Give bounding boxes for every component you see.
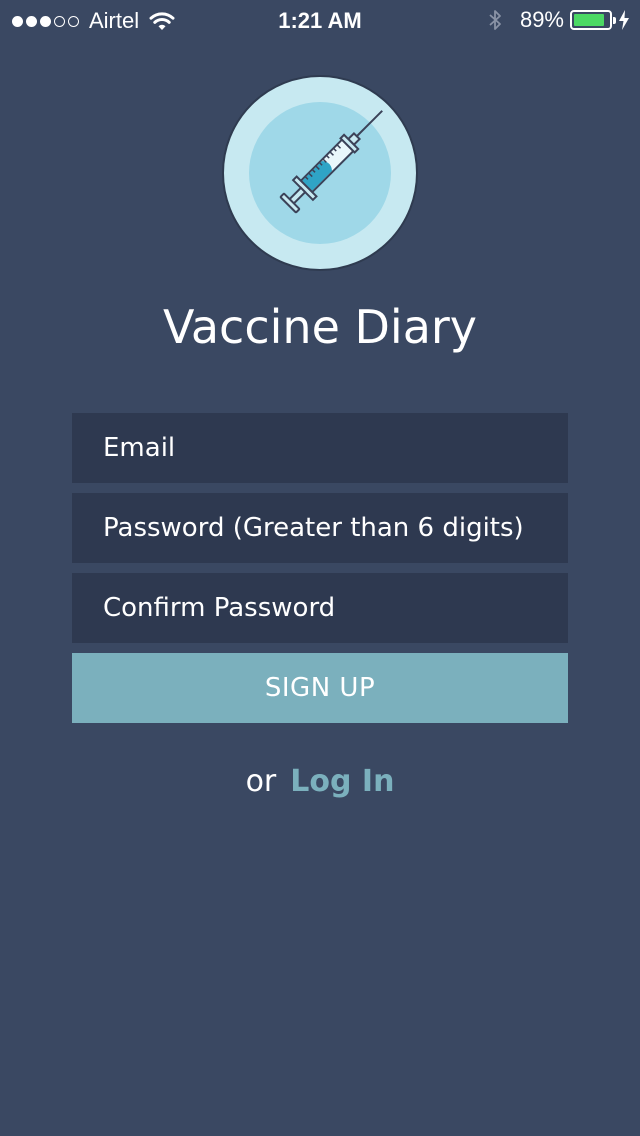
app-logo (222, 75, 418, 271)
signal-dots-icon (12, 15, 79, 27)
status-bar: Airtel 1:21 AM 89% (0, 0, 640, 40)
status-right: 89% (488, 7, 630, 33)
carrier-name: Airtel (89, 8, 140, 33)
charging-bolt-icon (619, 10, 629, 30)
or-text: or (245, 764, 277, 799)
battery-icon (570, 10, 616, 30)
bluetooth-icon (489, 10, 501, 30)
email-field[interactable] (72, 413, 568, 483)
sign-up-button[interactable]: SIGN UP (72, 653, 568, 723)
password-field[interactable] (72, 493, 568, 563)
battery-fill (574, 14, 605, 26)
login-prompt: or Log In (0, 764, 640, 799)
syringe-icon (279, 110, 383, 214)
signup-screen: Airtel 1:21 AM 89% Vaccine Diary Email S… (0, 0, 640, 1136)
app-title: Vaccine Diary (162, 300, 478, 354)
battery-percent: 89% (519, 7, 564, 32)
log-in-link[interactable]: Log In (290, 764, 394, 799)
status-left: Airtel (12, 8, 175, 34)
logo-inner-circle (249, 102, 391, 244)
confirm-password-field[interactable] (72, 573, 568, 643)
wifi-icon (149, 12, 175, 30)
